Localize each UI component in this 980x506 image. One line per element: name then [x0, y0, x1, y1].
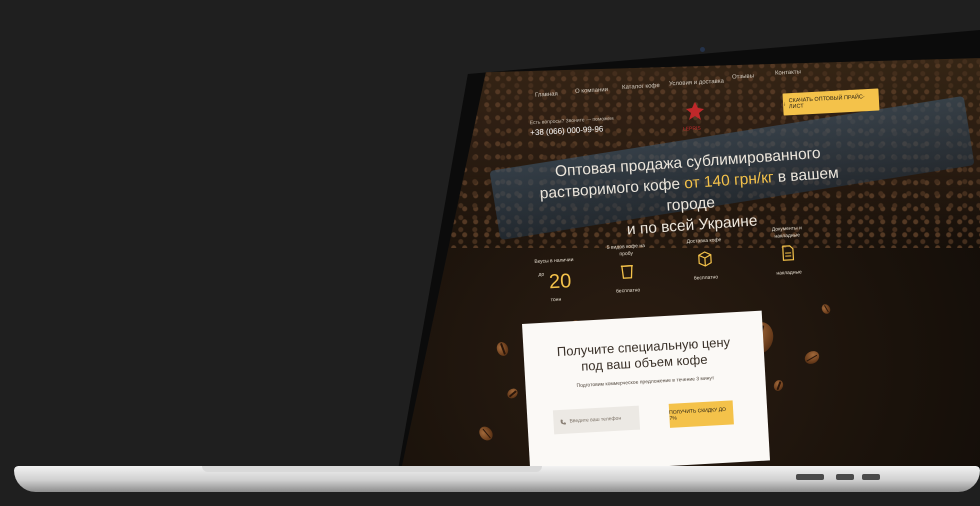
feature-stock-note: тонн — [550, 296, 562, 304]
logo-icon[interactable] — [684, 100, 706, 124]
feature-delivery-title: Доставка кофе — [686, 237, 722, 245]
coffee-bean — [802, 348, 822, 367]
laptop-screen: Главная О компании Каталог кофе Условия … — [402, 58, 980, 466]
usb-port — [836, 474, 854, 480]
document-icon — [782, 245, 795, 261]
download-price-label: СКАЧАТЬ ОПТОВЫЙ ПРАЙС-ЛИСТ — [788, 94, 865, 111]
feature-samples-note: бесплатно — [615, 287, 641, 295]
phone-input[interactable]: Введите ваш телефон — [552, 405, 641, 435]
feature-stock-title: Вкусы в наличии — [534, 257, 574, 266]
coffee-bean — [820, 302, 832, 316]
coffee-bean — [476, 423, 496, 444]
nav-item-home[interactable]: Главная — [535, 91, 558, 98]
laptop-camera — [700, 47, 705, 52]
box-icon — [698, 251, 712, 267]
form-title: Получите специальную цену под ваш объем … — [523, 333, 764, 378]
hero-price-accent: от 140 грн/кг — [683, 169, 775, 193]
get-discount-button[interactable]: ПОЛУЧИТЬ СКИДКУ ДО 7% — [668, 400, 734, 428]
feature-delivery-note: бесплатно — [693, 274, 719, 282]
feature-stock-prefix: до — [538, 271, 545, 278]
cup-icon — [620, 265, 633, 279]
coffee-bean — [772, 378, 785, 393]
feature-documents-note: накладные — [776, 269, 803, 277]
phone-input-placeholder: Введите ваш телефон — [569, 415, 622, 425]
feature-stock-value: 20 — [548, 270, 572, 294]
nav-item-delivery[interactable]: Условия и доставка — [669, 79, 724, 88]
hdmi-port — [862, 474, 880, 480]
feature-stock-value-wrap: до 20 — [530, 270, 581, 296]
download-icon: ↓ — [782, 101, 786, 108]
nav-item-contacts[interactable]: Контакты — [775, 69, 801, 76]
laptop-base-notch — [202, 466, 542, 472]
coffee-bean — [505, 386, 520, 401]
feature-delivery: Доставка кофе бесплатно — [679, 237, 731, 283]
special-price-form: Получите специальную цену под ваш объем … — [522, 310, 770, 466]
coffee-bean — [494, 340, 511, 358]
sd-card-slot — [796, 474, 824, 480]
nav-item-reviews[interactable]: Отзывы — [732, 73, 754, 80]
feature-samples-title: 5 видов кофе на пробу — [606, 243, 646, 258]
phone-icon — [560, 419, 566, 425]
feature-documents-title: Документы и накладные — [771, 225, 802, 240]
feature-stock: Вкусы в наличии до 20 тонн — [529, 257, 581, 305]
logo-text: LEPRIS — [682, 125, 701, 133]
feature-samples: 5 видов кофе на пробу бесплатно — [601, 243, 654, 296]
feature-documents: Документы и накладные накладные — [761, 225, 816, 278]
